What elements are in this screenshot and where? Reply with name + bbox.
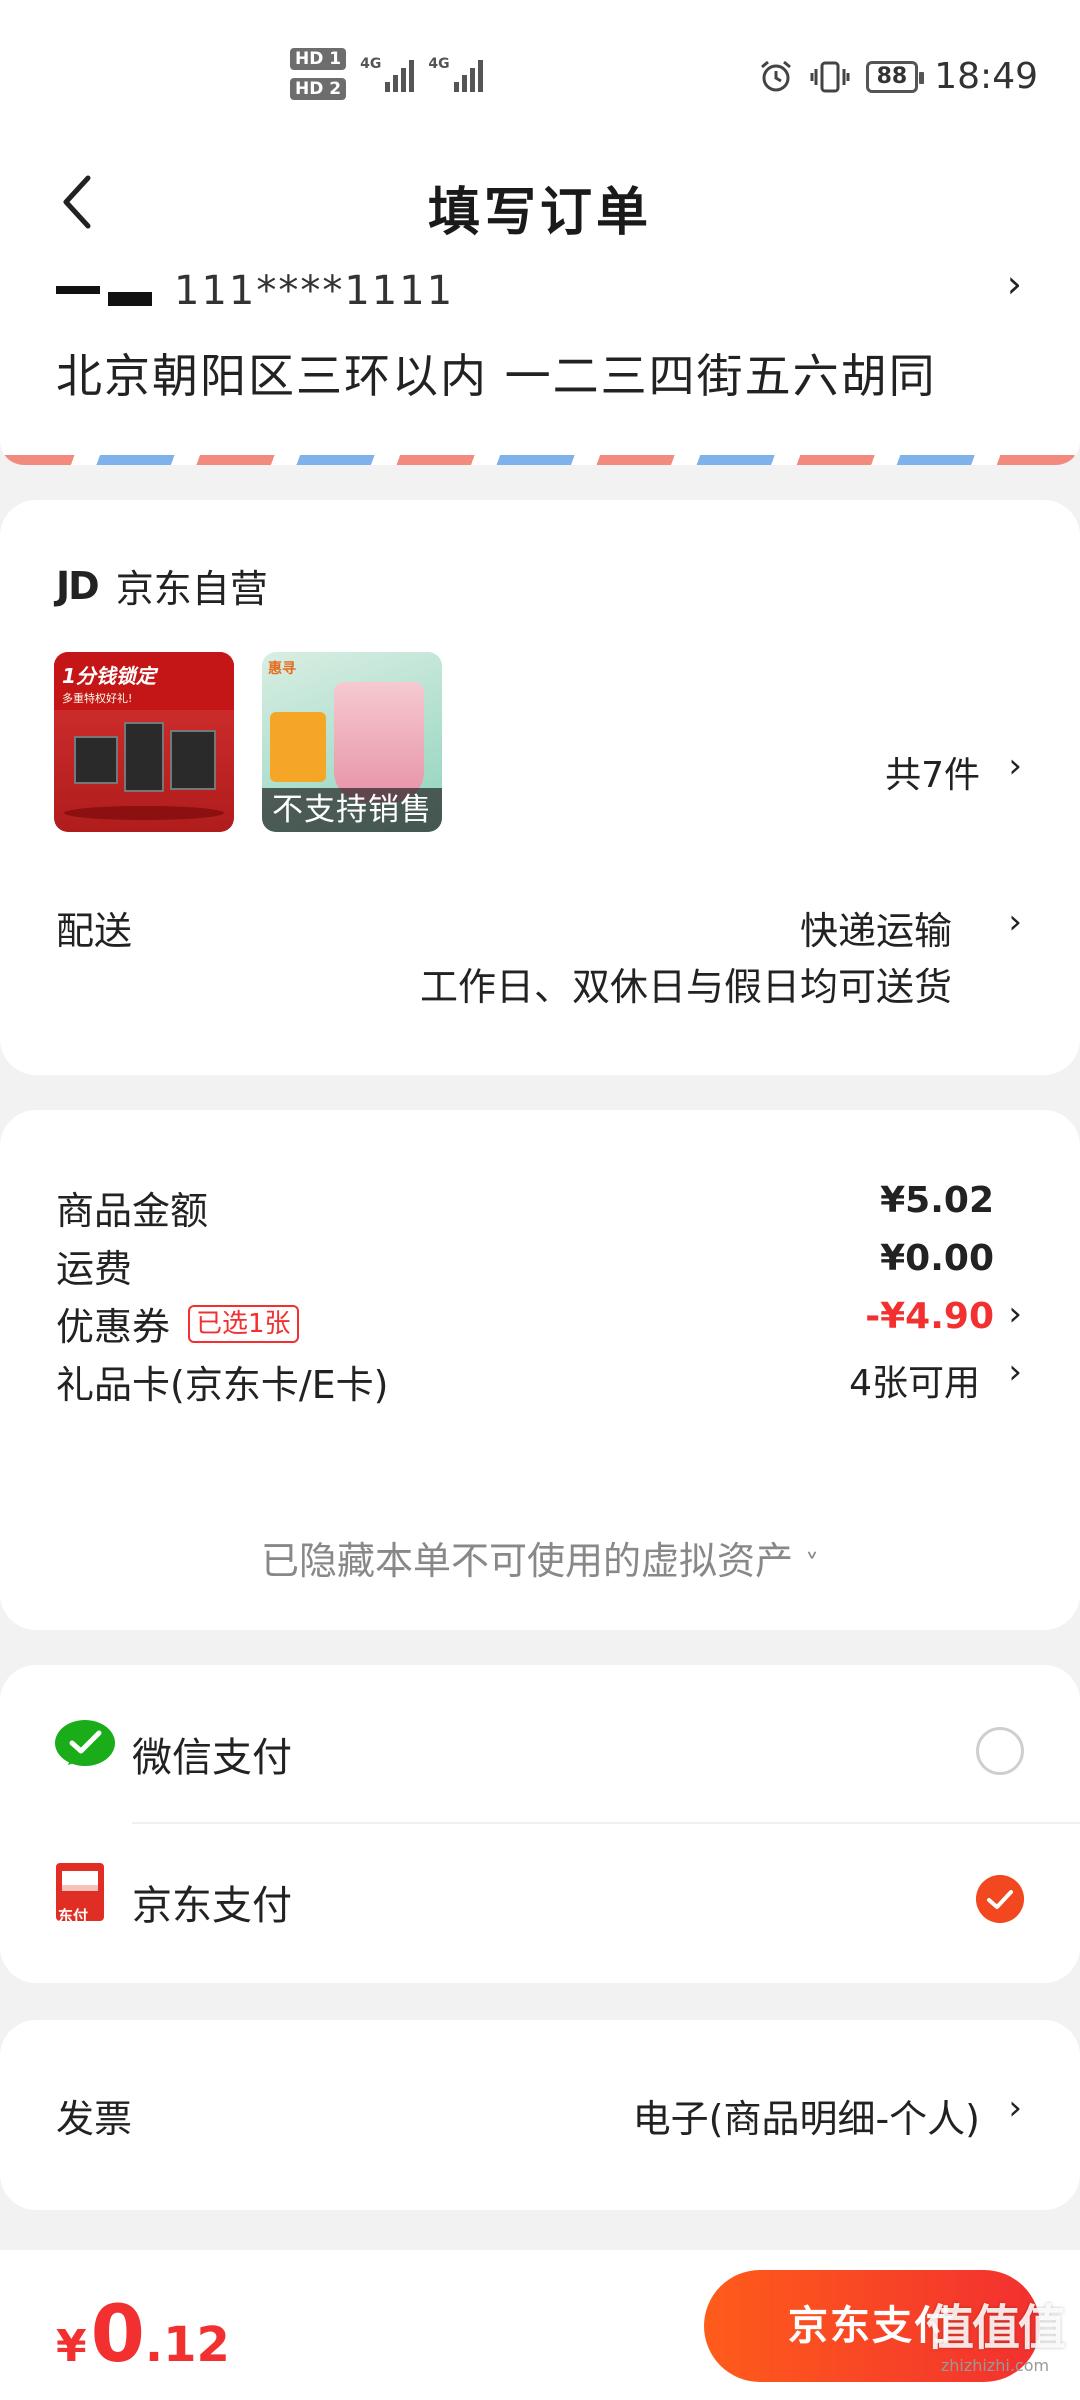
radio-unselected[interactable] (976, 1727, 1024, 1775)
shipping-fee-label: 运费 (56, 1247, 133, 1291)
payment-label: 微信支付 (132, 1735, 292, 1781)
coupon-label: 优惠券 (56, 1305, 171, 1349)
alarm-icon (760, 60, 791, 91)
address-card[interactable]: 111****1111 › 北京朝阳区三环以内 一二三四街五六胡同 (0, 260, 1080, 465)
not-for-sale-overlay: 不支持销售 (262, 788, 442, 832)
thumbnail-subtag: 多重特权好礼! (62, 692, 133, 705)
goods-amount-value: ¥5.02 (880, 1180, 994, 1221)
network-type-1: 4G (360, 56, 382, 72)
chevron-right-icon: › (1008, 1294, 1022, 1334)
shop-name: 京东自营 (115, 567, 268, 611)
payment-option-wechat[interactable]: 微信支付 (0, 1675, 1080, 1825)
signal-bars-icon (453, 56, 483, 92)
price-summary-card: 商品金额 ¥5.02 运费 ¥0.00 优惠券 已选1张 -¥4.90 › 礼品… (0, 1110, 1080, 1630)
hd-1-badge: HD 1 (290, 48, 347, 70)
chevron-down-icon: ˅ (805, 1548, 820, 1581)
shop-header: JD 京东自营 (56, 558, 268, 613)
payment-label: 京东支付 (132, 1883, 292, 1929)
item-count[interactable]: 共7件 (885, 746, 980, 798)
delivery-method[interactable]: 快递运输 (800, 900, 952, 955)
network-type-2: 4G (428, 56, 450, 72)
hidden-assets-toggle[interactable]: 已隐藏本单不可使用的虚拟资产 ˅ (0, 1530, 1080, 1585)
product-thumbnail-2[interactable]: 惠寻 不支持销售 (262, 652, 442, 832)
signal-bars-icon (385, 56, 415, 92)
payment-method-card: 微信支付 东付 京东支付 (0, 1665, 1080, 1983)
invoice-value: 电子(商品明细-个人) (632, 2097, 980, 2141)
status-bar: HD 1 HD 2 4G 4G 88 18:49 (0, 0, 1080, 150)
coupon-selected-badge: 已选1张 (188, 1304, 299, 1343)
address-line: 北京朝阳区三环以内 一二三四街五六胡同 (56, 349, 937, 403)
coupon-row[interactable]: 优惠券 已选1张 (56, 1296, 299, 1351)
nav-bar: 填写订单 (0, 150, 1080, 260)
jd-logo-icon: JD (56, 563, 100, 608)
delivery-label: 配送 (56, 909, 133, 953)
chevron-right-icon: › (1008, 902, 1022, 942)
status-bar-right: 88 18:49 (758, 56, 1038, 97)
battery-indicator: 88 (865, 60, 924, 93)
gift-card-value[interactable]: 4张可用 (849, 1354, 980, 1406)
goods-amount-label: 商品金额 (56, 1189, 209, 1233)
envelope-stripe (0, 455, 1080, 465)
hidden-assets-text: 已隐藏本单不可使用的虚拟资产 (260, 1539, 793, 1583)
radio-selected-check-icon[interactable] (976, 1875, 1024, 1923)
chevron-right-icon: › (1008, 1352, 1022, 1392)
hd-indicators: HD 1 HD 2 (290, 48, 347, 100)
status-bar-left: HD 1 HD 2 4G 4G (290, 48, 483, 100)
chevron-right-icon: › (1008, 2088, 1022, 2128)
coupon-discount-value[interactable]: -¥4.90 (865, 1296, 994, 1337)
checkout-bar: ¥ 0 .12 京东支付 (0, 2250, 1080, 2400)
total-integer: 0 (90, 2290, 145, 2380)
hd-2-badge: HD 2 (290, 78, 347, 100)
shipping-fee-value: ¥0.00 (880, 1238, 994, 1279)
total-decimal: .12 (144, 2317, 230, 2373)
site-watermark: 值值值 zhizhizhi.com (922, 2300, 1068, 2375)
signal-2: 4G (428, 56, 483, 92)
page-title: 填写订单 (427, 183, 652, 243)
payment-option-jdpay[interactable]: 东付 京东支付 (0, 1825, 1080, 1975)
recipient-phone: 111****1111 (174, 268, 455, 314)
shop-card: JD 京东自营 1分钱锁定 多重特权好礼! 惠寻 不支持销售 共7件 › 配送 … (0, 500, 1080, 1075)
signal-1: 4G (360, 56, 415, 92)
brand-logo: 惠寻 (268, 661, 296, 677)
recipient-row: 111****1111 (56, 268, 454, 314)
invoice-label: 发票 (56, 2097, 133, 2141)
chevron-right-icon: › (1008, 746, 1022, 786)
wechat-pay-icon (55, 1720, 115, 1766)
invoice-card[interactable]: 发票 电子(商品明细-个人) › (0, 2020, 1080, 2210)
gift-card-label: 礼品卡(京东卡/E卡) (56, 1363, 389, 1407)
order-total: ¥ 0 .12 (56, 2290, 230, 2380)
chevron-right-icon: › (1006, 262, 1022, 306)
clock: 18:49 (934, 56, 1038, 97)
divider (132, 1822, 1080, 1824)
delivery-note: 工作日、双休日与假日均可送货 (419, 965, 952, 1009)
product-thumbnail-1[interactable]: 1分钱锁定 多重特权好礼! (54, 652, 234, 832)
recipient-name-redacted (56, 276, 152, 306)
watermark-logo: 值值值 (925, 2300, 1066, 2356)
jd-pay-icon-text: 东付 (58, 1907, 89, 1925)
vibrate-icon (810, 61, 850, 92)
thumbnail-tag: 1分钱锁定 (62, 664, 156, 688)
watermark-url: zhizhizhi.com (940, 2356, 1050, 2375)
currency-symbol: ¥ (56, 2321, 87, 2372)
